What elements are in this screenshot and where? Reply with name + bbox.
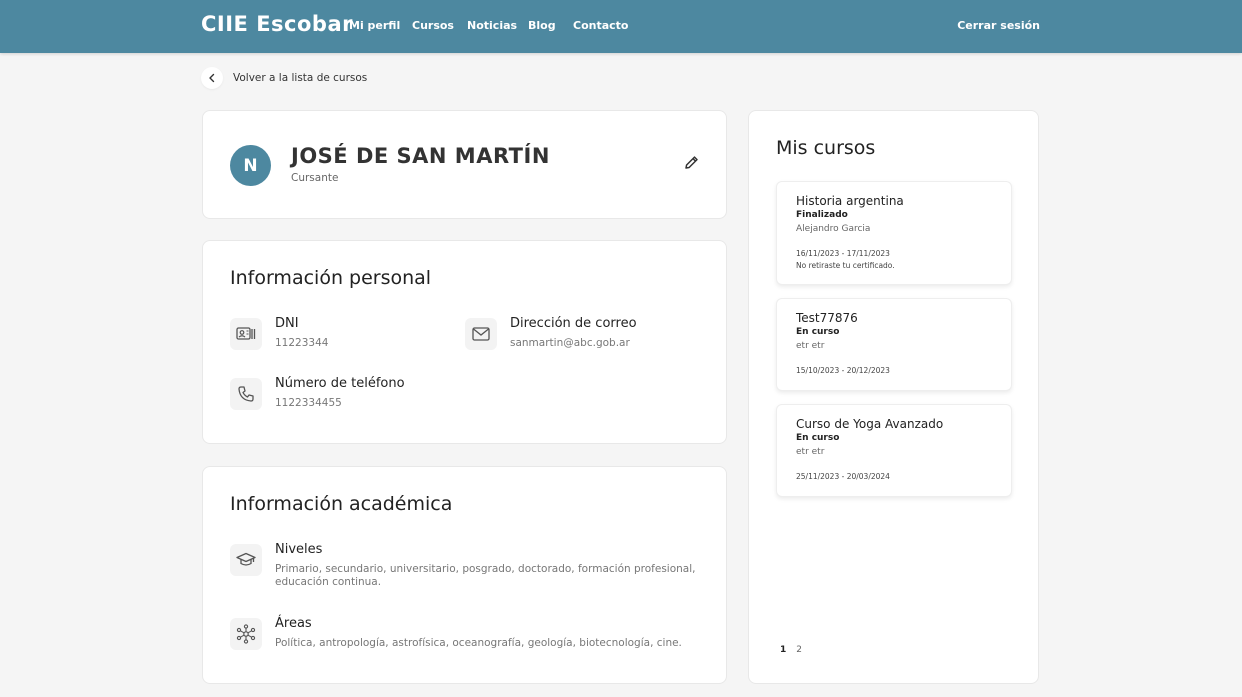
pencil-icon bbox=[683, 154, 700, 175]
course-title: Historia argentina bbox=[796, 194, 904, 208]
mail-icon bbox=[465, 318, 497, 350]
nav-mi-perfil[interactable]: Mi perfil bbox=[349, 19, 400, 32]
back-link-label: Volver a la lista de cursos bbox=[233, 72, 368, 84]
course-status: En curso bbox=[796, 327, 840, 337]
academic-info-card: Información académica Niveles Primario, … bbox=[202, 466, 727, 684]
levels-value: Primario, secundario, universitario, pos… bbox=[275, 563, 696, 588]
back-to-courses-link[interactable]: Volver a la lista de cursos bbox=[201, 67, 367, 89]
course-status: Finalizado bbox=[796, 210, 848, 220]
areas-value: Política, antropología, astrofísica, oce… bbox=[275, 637, 682, 649]
dni-value: 11223344 bbox=[275, 337, 329, 349]
course-card[interactable]: Historia argentina Finalizado Alejandro … bbox=[776, 181, 1012, 285]
dni-label: DNI bbox=[275, 316, 299, 331]
course-card[interactable]: Curso de Yoga Avanzado En curso etr etr … bbox=[776, 404, 1012, 497]
course-teacher: etr etr bbox=[796, 447, 825, 457]
page-1-button[interactable]: 1 bbox=[780, 645, 786, 655]
top-navbar: CIIE Escobar Mi perfil Cursos Noticias B… bbox=[0, 0, 1242, 53]
info-email: Dirección de correo sanmartin@abc.gob.ar bbox=[465, 316, 705, 352]
course-title: Curso de Yoga Avanzado bbox=[796, 417, 944, 431]
chevron-left-icon[interactable] bbox=[201, 67, 223, 89]
profile-role: Cursante bbox=[291, 172, 339, 184]
nav-contacto[interactable]: Contacto bbox=[573, 19, 628, 32]
avatar: N bbox=[230, 145, 271, 186]
brand-logo[interactable]: CIIE Escobar bbox=[201, 12, 353, 36]
section-title-academic: Información académica bbox=[230, 493, 453, 515]
phone-label: Número de teléfono bbox=[275, 376, 405, 391]
page-2-button[interactable]: 2 bbox=[796, 645, 802, 655]
course-dates: 25/11/2023 - 20/03/2024 bbox=[796, 472, 890, 481]
courses-pagination: 1 2 bbox=[780, 645, 802, 655]
course-dates: 16/11/2023 - 17/11/2023 bbox=[796, 249, 890, 258]
email-label: Dirección de correo bbox=[510, 316, 637, 331]
course-teacher: Alejandro Garcia bbox=[796, 224, 871, 234]
info-levels: Niveles Primario, secundario, universita… bbox=[230, 542, 700, 590]
personal-info-card: Información personal DNI 11223344 Direcc… bbox=[202, 240, 727, 444]
profile-card: N JOSÉ DE SAN MARTÍN Cursante bbox=[202, 110, 727, 219]
nav-blog[interactable]: Blog bbox=[528, 19, 556, 32]
section-title-personal: Información personal bbox=[230, 267, 432, 289]
email-value: sanmartin@abc.gob.ar bbox=[510, 337, 630, 349]
my-courses-card: Mis cursos Historia argentina Finalizado… bbox=[748, 110, 1039, 684]
network-icon bbox=[230, 618, 262, 650]
nav-cursos[interactable]: Cursos bbox=[412, 19, 454, 32]
course-title: Test77876 bbox=[796, 311, 858, 325]
course-dates: 15/10/2023 - 20/12/2023 bbox=[796, 366, 890, 375]
course-card[interactable]: Test77876 En curso etr etr 15/10/2023 - … bbox=[776, 298, 1012, 391]
info-areas: Áreas Política, antropología, astrofísic… bbox=[230, 616, 700, 652]
logout-link[interactable]: Cerrar sesión bbox=[957, 19, 1040, 32]
course-note: No retiraste tu certificado. bbox=[796, 261, 895, 270]
phone-icon bbox=[230, 378, 262, 410]
info-dni: DNI 11223344 bbox=[230, 316, 450, 352]
course-teacher: etr etr bbox=[796, 341, 825, 351]
phone-value: 1122334455 bbox=[275, 397, 342, 409]
id-card-icon bbox=[230, 318, 262, 350]
my-courses-title: Mis cursos bbox=[776, 137, 876, 159]
profile-name: JOSÉ DE SAN MARTÍN bbox=[291, 144, 550, 168]
edit-profile-button[interactable] bbox=[680, 153, 702, 175]
course-status: En curso bbox=[796, 433, 840, 443]
levels-label: Niveles bbox=[275, 542, 323, 557]
graduation-cap-icon bbox=[230, 544, 262, 576]
info-phone: Número de teléfono 1122334455 bbox=[230, 376, 470, 412]
nav-noticias[interactable]: Noticias bbox=[467, 19, 517, 32]
areas-label: Áreas bbox=[275, 616, 312, 631]
